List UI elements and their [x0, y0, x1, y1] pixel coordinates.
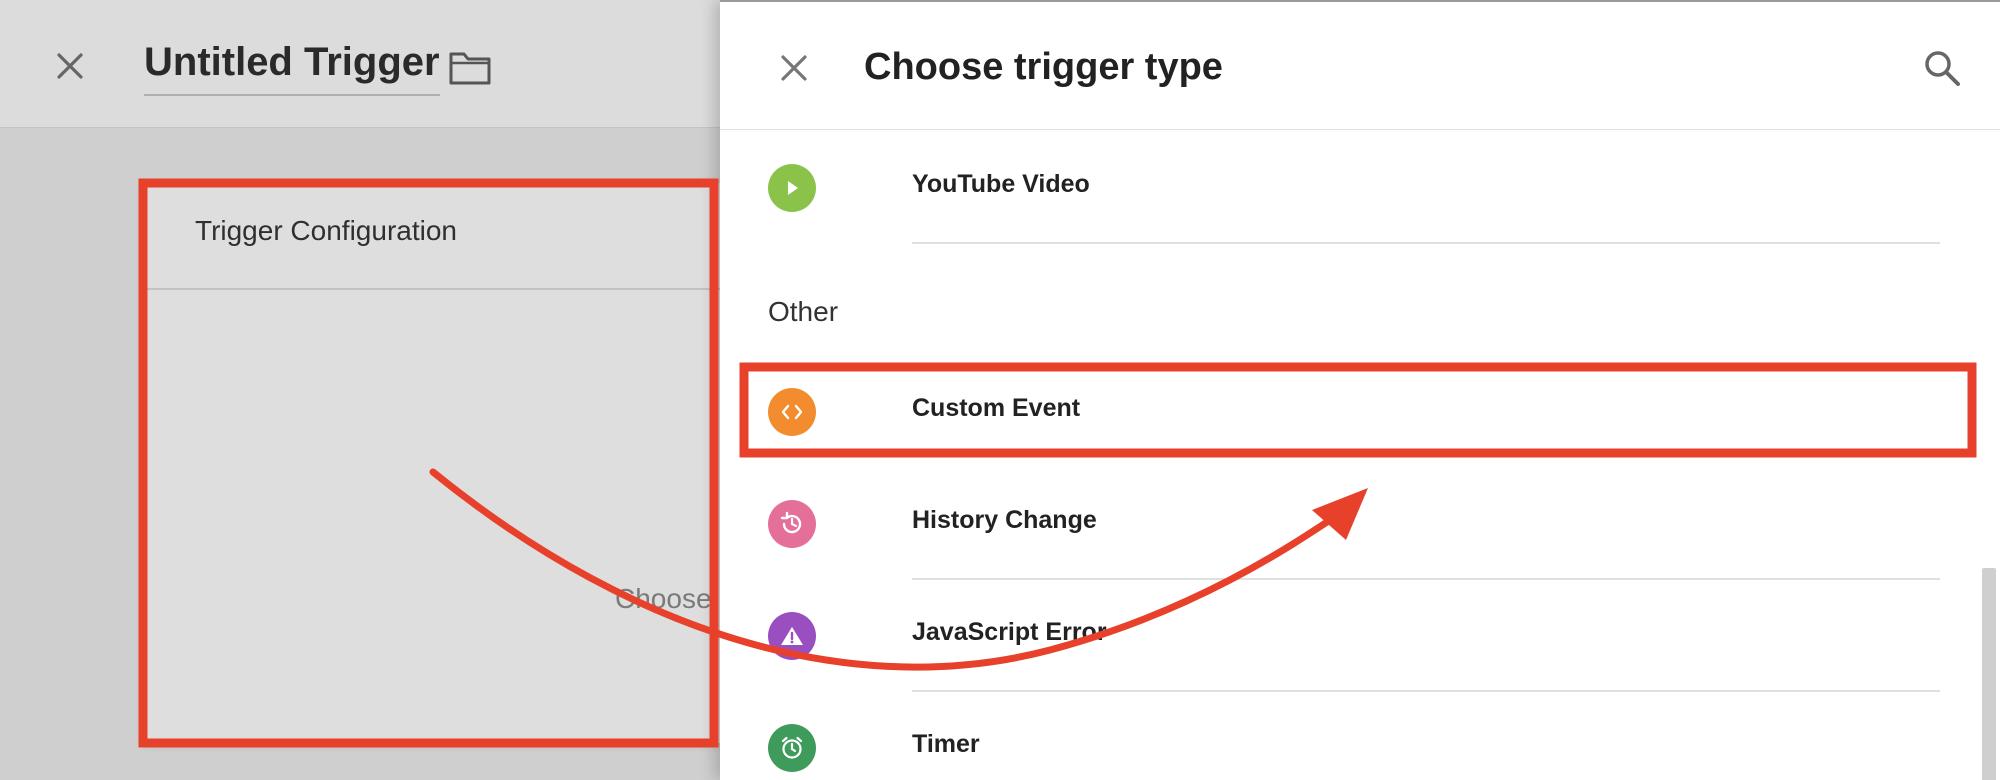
alarm-clock-icon: [768, 724, 816, 772]
panel-scrollbar[interactable]: [1982, 568, 1996, 780]
folder-button[interactable]: [448, 48, 492, 88]
trigger-type-label: Custom Event: [912, 394, 1081, 422]
card-divider: [143, 288, 743, 290]
trigger-type-javascript-error[interactable]: JavaScript Error: [768, 580, 1940, 692]
history-icon: [768, 500, 816, 548]
play-icon: [768, 164, 816, 212]
card-title: Trigger Configuration: [195, 215, 457, 246]
panel-header: Choose trigger type: [720, 2, 2000, 130]
row-divider: [912, 242, 1940, 244]
trigger-type-history-change[interactable]: History Change: [768, 468, 1940, 580]
trigger-type-label: YouTube Video: [912, 170, 1090, 198]
search-button[interactable]: [1920, 46, 1964, 90]
trigger-type-label: JavaScript Error: [912, 618, 1107, 646]
screen: Untitled Trigger Trigger Configuration C…: [0, 0, 2000, 780]
trigger-type-timer[interactable]: Timer: [768, 692, 1940, 780]
card-choose-hint: Choose: [615, 583, 712, 614]
choose-trigger-type-panel: Choose trigger type YouTube Video Other: [720, 0, 2000, 780]
trigger-type-label: Timer: [912, 730, 980, 758]
panel-title: Choose trigger type: [864, 46, 1223, 88]
trigger-type-youtube-video[interactable]: YouTube Video: [768, 132, 1940, 244]
warning-icon: [768, 612, 816, 660]
close-icon: [57, 53, 83, 79]
trigger-type-custom-event[interactable]: Custom Event: [768, 356, 1940, 468]
section-header-other: Other: [768, 296, 839, 327]
search-icon: [1925, 51, 1960, 86]
close-icon: [781, 55, 807, 81]
trigger-type-label: History Change: [912, 506, 1097, 534]
panel-close-button[interactable]: [772, 46, 816, 90]
trigger-name-field[interactable]: Untitled Trigger: [144, 40, 440, 96]
code-icon: [768, 388, 816, 436]
editor-close-button[interactable]: [48, 44, 92, 88]
trigger-configuration-card[interactable]: Trigger Configuration Choose: [143, 183, 743, 743]
folder-icon: [449, 52, 491, 85]
